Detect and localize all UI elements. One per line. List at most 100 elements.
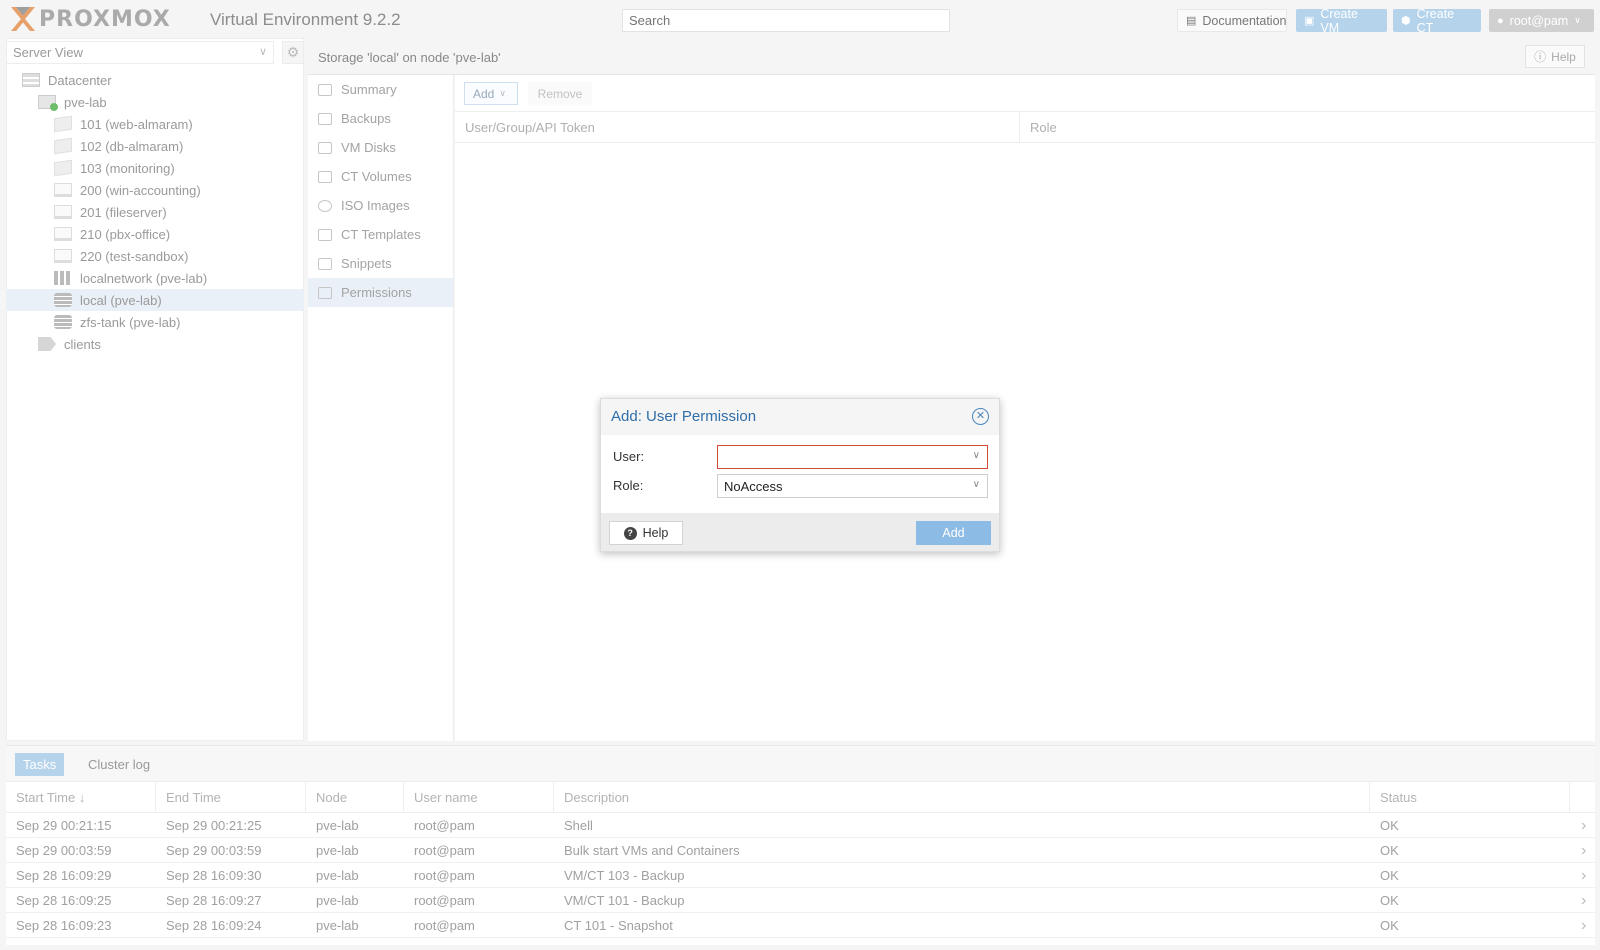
tree-item-container[interactable]: 102 (db-almaram) bbox=[6, 135, 304, 157]
cell-user: root@pam bbox=[414, 868, 475, 883]
table-row[interactable]: Sep 29 00:21:15 Sep 29 00:21:25 pve-lab … bbox=[6, 813, 1595, 838]
nav-label: Summary bbox=[341, 82, 397, 97]
table-row[interactable]: Sep 29 00:03:59 Sep 29 00:03:59 pve-lab … bbox=[6, 838, 1595, 863]
tree-item-label: 210 (pbx-office) bbox=[80, 226, 171, 242]
remove-label: Remove bbox=[537, 86, 583, 101]
chevron-down-icon: ∨ bbox=[258, 46, 267, 58]
column-header-user[interactable]: User/Group/API Token bbox=[455, 112, 1020, 143]
column-header-description[interactable]: Description bbox=[554, 782, 1370, 813]
role-field-label: Role: bbox=[613, 478, 644, 493]
help-icon: ⓘ bbox=[1534, 50, 1547, 64]
cell-node: pve-lab bbox=[316, 918, 359, 933]
resource-tree: Datacenter pve-lab 101 (web-almaram) 102… bbox=[6, 69, 304, 355]
chevron-right-icon[interactable]: › bbox=[1571, 888, 1586, 913]
nav-ct-volumes[interactable]: CT Volumes bbox=[308, 162, 453, 191]
search-input[interactable] bbox=[622, 9, 950, 32]
tree-item-vm[interactable]: 210 (pbx-office) bbox=[6, 223, 304, 245]
cell-user: root@pam bbox=[414, 918, 475, 933]
tree-item-node[interactable]: pve-lab bbox=[6, 91, 304, 113]
tree-item-storage-local[interactable]: local (pve-lab) bbox=[6, 289, 304, 311]
documentation-button[interactable]: ▤ Documentation bbox=[1177, 9, 1287, 32]
cell-start: Sep 29 00:21:15 bbox=[16, 818, 112, 833]
column-header-user-name[interactable]: User name bbox=[404, 782, 554, 813]
close-icon[interactable]: ✕ bbox=[972, 408, 989, 425]
column-label: Node bbox=[316, 790, 348, 805]
role-field-row: Role: NoAccess ∨ bbox=[613, 474, 989, 498]
permissions-toolbar: Add ∨ Remove bbox=[455, 75, 1595, 112]
tab-tasks[interactable]: Tasks bbox=[15, 753, 65, 776]
tree-item-container[interactable]: 103 (monitoring) bbox=[6, 157, 304, 179]
cell-node: pve-lab bbox=[316, 893, 359, 908]
remove-permission-button[interactable]: Remove bbox=[528, 82, 592, 105]
question-icon: ? bbox=[623, 526, 637, 540]
nav-summary[interactable]: Summary bbox=[308, 75, 453, 104]
tree-item-network[interactable]: localnetwork (pve-lab) bbox=[6, 267, 304, 289]
chevron-down-icon[interactable]: ∨ bbox=[973, 450, 980, 461]
task-grid-header: Start Time ↓ End Time Node User name Des… bbox=[6, 782, 1595, 813]
chevron-down-icon[interactable]: ∨ bbox=[973, 479, 980, 490]
chevron-right-icon[interactable]: › bbox=[1571, 838, 1586, 863]
storage-icon bbox=[54, 315, 72, 329]
cell-description: CT 101 - Snapshot bbox=[564, 918, 673, 933]
proxmox-logo[interactable]: PROXMOX bbox=[9, 4, 171, 34]
create-ct-button[interactable]: ⬢ Create CT bbox=[1393, 7, 1481, 35]
table-row[interactable]: Sep 28 16:09:25 Sep 28 16:09:27 pve-lab … bbox=[6, 888, 1595, 913]
create-vm-button[interactable]: ▣ Create VM bbox=[1296, 7, 1387, 35]
tree-item-tag[interactable]: clients bbox=[6, 333, 304, 355]
cube-icon: ⬢ bbox=[1401, 15, 1411, 27]
column-header-status[interactable]: Status bbox=[1370, 782, 1570, 813]
tree-item-vm[interactable]: 220 (test-sandbox) bbox=[6, 245, 304, 267]
column-label: User/Group/API Token bbox=[465, 120, 595, 135]
tree-item-label: 103 (monitoring) bbox=[80, 160, 175, 176]
nav-permissions[interactable]: Permissions bbox=[308, 278, 453, 307]
node-online-icon bbox=[38, 95, 58, 111]
tree-settings-button[interactable]: ⚙ bbox=[282, 41, 304, 64]
chevron-right-icon[interactable]: › bbox=[1571, 863, 1586, 888]
column-label: User name bbox=[414, 790, 478, 805]
nav-iso-images[interactable]: ISO Images bbox=[308, 191, 453, 220]
tree-item-container[interactable]: 101 (web-almaram) bbox=[6, 113, 304, 135]
dialog-help-button[interactable]: ? Help bbox=[609, 521, 683, 545]
tree-item-datacenter[interactable]: Datacenter bbox=[6, 69, 304, 91]
column-label: Description bbox=[564, 790, 630, 805]
dialog-add-button[interactable]: Add bbox=[916, 521, 991, 545]
nav-ct-templates[interactable]: CT Templates bbox=[308, 220, 453, 249]
column-header-node[interactable]: Node bbox=[306, 782, 404, 813]
volume-icon bbox=[318, 170, 332, 183]
view-selector[interactable]: Server View ∨ bbox=[6, 41, 274, 64]
cell-end: Sep 29 00:21:25 bbox=[166, 818, 262, 833]
unlock-icon bbox=[318, 286, 332, 299]
tab-cluster-log[interactable]: Cluster log bbox=[80, 753, 158, 776]
nav-label: CT Templates bbox=[341, 227, 421, 242]
user-menu-button[interactable]: ● root@pam ∨ bbox=[1489, 9, 1594, 32]
user-combobox[interactable]: ∨ bbox=[717, 445, 988, 469]
table-row[interactable]: Sep 28 16:09:29 Sep 28 16:09:30 pve-lab … bbox=[6, 863, 1595, 888]
cell-status: OK bbox=[1380, 918, 1399, 933]
help-label: Help bbox=[1551, 49, 1576, 64]
nav-vm-disks[interactable]: VM Disks bbox=[308, 133, 453, 162]
chevron-right-icon[interactable]: › bbox=[1571, 913, 1586, 938]
tree-item-vm[interactable]: 200 (win-accounting) bbox=[6, 179, 304, 201]
user-label: root@pam bbox=[1509, 13, 1569, 28]
column-header-end-time[interactable]: End Time bbox=[156, 782, 306, 813]
chevron-right-icon[interactable]: › bbox=[1571, 813, 1586, 838]
tree-item-vm[interactable]: 201 (fileserver) bbox=[6, 201, 304, 223]
help-button[interactable]: ⓘ Help bbox=[1525, 45, 1585, 68]
role-combobox[interactable]: NoAccess ∨ bbox=[717, 474, 988, 498]
add-permission-button[interactable]: Add ∨ bbox=[464, 82, 518, 105]
table-row[interactable]: Sep 28 16:09:23 Sep 28 16:09:24 pve-lab … bbox=[6, 913, 1595, 938]
column-header-role[interactable]: Role bbox=[1020, 112, 1595, 143]
nav-label: CT Volumes bbox=[341, 169, 412, 184]
dialog-help-label: Help bbox=[642, 526, 669, 540]
column-header-start-time[interactable]: Start Time ↓ bbox=[6, 782, 156, 813]
cell-user: root@pam bbox=[414, 818, 475, 833]
nav-backups[interactable]: Backups bbox=[308, 104, 453, 133]
dialog-footer: ? Help Add bbox=[601, 513, 999, 551]
cell-end: Sep 29 00:03:59 bbox=[166, 843, 262, 858]
user-field-row: User: ∨ bbox=[613, 445, 989, 469]
nav-snippets[interactable]: Snippets bbox=[308, 249, 453, 278]
cell-end: Sep 28 16:09:27 bbox=[166, 893, 262, 908]
tree-item-storage-zfs[interactable]: zfs-tank (pve-lab) bbox=[6, 311, 304, 333]
container-icon bbox=[54, 137, 72, 155]
cell-end: Sep 28 16:09:30 bbox=[166, 868, 262, 883]
